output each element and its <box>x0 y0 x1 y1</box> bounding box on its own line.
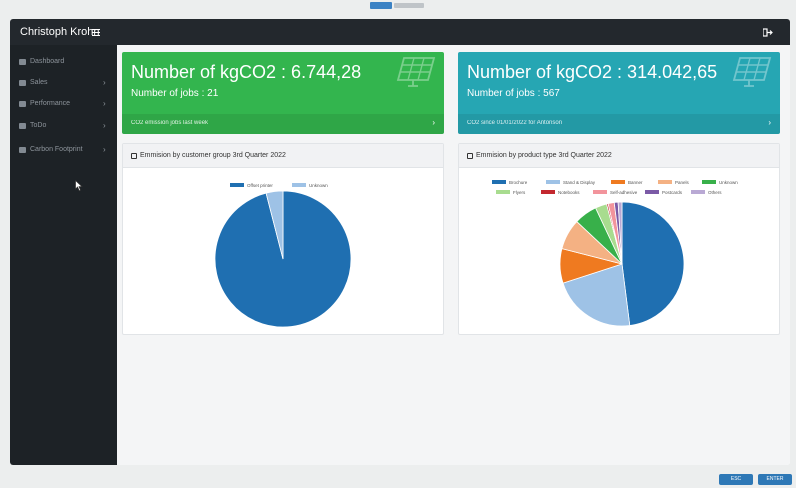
legend-swatch <box>593 190 607 194</box>
legend-item-notebooks[interactable]: Notebooks <box>541 190 580 195</box>
mouse-cursor-icon <box>75 180 83 192</box>
sidebar-item-label: ToDo <box>30 122 47 129</box>
leaf-icon <box>19 147 26 153</box>
legend-label: Offset printer <box>247 183 273 188</box>
chevron-right-icon: › <box>432 118 435 127</box>
legend-label: Flyers <box>513 190 526 195</box>
legend-label: Stand & Display <box>563 180 596 185</box>
top-badge <box>370 0 426 9</box>
panel-title: Emmision by customer group 3rd Quarter 2… <box>140 152 286 159</box>
main-content: Number of kgCO2 : 6.744,28 Number of job… <box>117 45 790 465</box>
kgco2-card-year: Number of kgCO2 : 314.042,65 Number of j… <box>458 52 780 134</box>
legend-swatch <box>230 183 244 187</box>
legend-label: Others <box>708 190 722 195</box>
card-footer-link[interactable]: CO2 emission jobs last week › <box>122 114 444 134</box>
solar-panel-icon <box>732 57 772 87</box>
home-icon <box>19 59 26 65</box>
legend-label: Self-adhesive <box>610 190 638 195</box>
legend-item-brochure[interactable]: Brochure <box>492 180 528 185</box>
product-type-panel: Emmision by product type 3rd Quarter 202… <box>458 143 780 335</box>
legend-label: Banner <box>628 180 643 185</box>
product-type-pie-chart: Brochure Stand & Display Banner Panels Unkno… <box>492 180 738 327</box>
customer-group-panel: Emmision by customer group 3rd Quarter 2… <box>122 143 444 335</box>
chevron-right-icon: › <box>103 121 106 130</box>
chart-icon <box>131 153 137 159</box>
top-badge-block <box>370 2 392 9</box>
card-subtitle: Number of jobs : 567 <box>467 88 560 99</box>
sidebar: Dashboard Sales › Performance › ToDo › Carbon F… <box>10 45 117 465</box>
sidebar-item-performance[interactable]: Performance › <box>10 97 117 115</box>
chevron-right-icon: › <box>103 78 106 87</box>
legend-swatch <box>496 190 510 194</box>
cart-icon <box>19 80 26 86</box>
kgco2-card-week: Number of kgCO2 : 6.744,28 Number of job… <box>122 52 444 134</box>
legend-label: Panels <box>675 180 690 185</box>
legend-item-flyers[interactable]: Flyers <box>496 190 526 195</box>
legend-label: Unknown <box>309 183 328 188</box>
chevron-right-icon: › <box>103 145 106 154</box>
legend-swatch <box>702 180 716 184</box>
chart-icon <box>467 153 473 159</box>
legend-item-others[interactable]: Others <box>691 190 722 195</box>
legend-swatch <box>691 190 705 194</box>
legend-label: Brochure <box>509 180 528 185</box>
legend-item-banner[interactable]: Banner <box>611 180 643 185</box>
pie-slice-brochure <box>621 201 685 326</box>
esc-button[interactable]: ESC <box>719 474 753 485</box>
legend-swatch <box>292 183 306 187</box>
solar-panel-icon <box>396 57 436 87</box>
card-footer-text: CO2 emission jobs last week <box>131 120 209 126</box>
legend-label: Postcards <box>662 190 683 195</box>
top-bar: Christoph Krohn <box>10 19 790 45</box>
card-footer-text: CO2 since 01/01/2022 for Antonson <box>467 120 563 126</box>
app-window: Christoph Krohn Dashboard Sales › Performan… <box>10 19 790 465</box>
legend-swatch <box>492 180 506 184</box>
legend-item-postcards[interactable]: Postcards <box>645 190 683 195</box>
legend-item-offset-printer[interactable]: Offset printer <box>230 183 273 188</box>
sidebar-item-dashboard[interactable]: Dashboard <box>10 55 117 73</box>
sidebar-item-label: Sales <box>30 79 48 86</box>
panel-header: Emmision by customer group 3rd Quarter 2… <box>123 144 443 168</box>
top-badge-text <box>394 3 424 8</box>
card-title: Number of kgCO2 : 6.744,28 <box>131 62 362 82</box>
card-footer-link[interactable]: CO2 since 01/01/2022 for Antonson › <box>458 114 780 134</box>
legend-swatch <box>611 180 625 184</box>
legend-label: Notebooks <box>558 190 580 195</box>
panel-title: Emmision by product type 3rd Quarter 202… <box>476 152 612 159</box>
logout-icon[interactable] <box>763 28 773 37</box>
legend-swatch <box>645 190 659 194</box>
sidebar-item-carbon-footprint[interactable]: Carbon Footprint › <box>10 143 117 161</box>
card-subtitle: Number of jobs : 21 <box>131 88 219 99</box>
sidebar-item-label: Performance <box>30 100 71 107</box>
legend-item-panels[interactable]: Panels <box>658 180 690 185</box>
legend-item-self-adhesive[interactable]: Self-adhesive <box>593 190 638 195</box>
legend-item-unknown[interactable]: Unknown <box>702 180 738 185</box>
user-name: Christoph Krohn <box>20 26 100 38</box>
legend-swatch <box>546 180 560 184</box>
sidebar-item-label: Dashboard <box>30 58 65 65</box>
legend-swatch <box>658 180 672 184</box>
chart-icon <box>19 101 26 107</box>
sidebar-item-label: Carbon Footprint <box>30 146 83 153</box>
pencil-icon <box>19 123 26 129</box>
sidebar-item-todo[interactable]: ToDo › <box>10 119 117 137</box>
hamburger-menu-icon[interactable] <box>92 29 100 36</box>
sidebar-item-sales[interactable]: Sales › <box>10 76 117 94</box>
enter-button[interactable]: ENTER <box>758 474 792 485</box>
customer-group-pie-chart: Offset printer Unknown <box>214 183 352 328</box>
panel-header: Emmision by product type 3rd Quarter 202… <box>459 144 779 168</box>
legend-label: Unknown <box>719 180 738 185</box>
legend-item-unknown[interactable]: Unknown <box>292 183 328 188</box>
chevron-right-icon: › <box>768 118 771 127</box>
chevron-right-icon: › <box>103 99 106 108</box>
card-title: Number of kgCO2 : 314.042,65 <box>467 62 718 82</box>
legend-item-stand-display[interactable]: Stand & Display <box>546 180 596 185</box>
legend-swatch <box>541 190 555 194</box>
